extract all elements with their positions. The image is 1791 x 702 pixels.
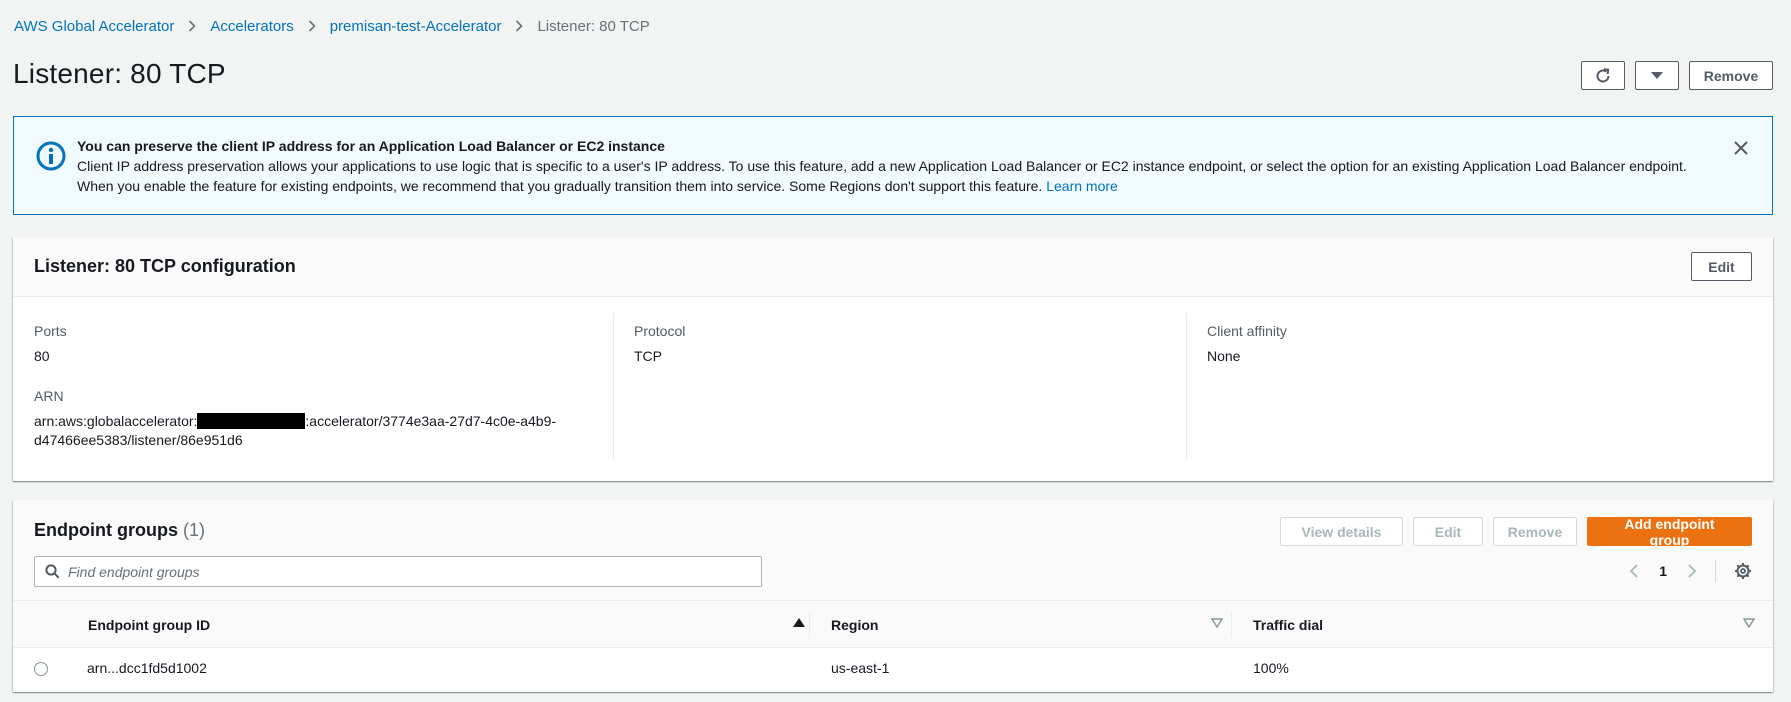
- arn-line-2: d47466ee5383/listener/86e951d6: [34, 432, 243, 448]
- arn-suffix: :accelerator/3774e3aa-27d7-4c0e-a4b9-: [305, 413, 557, 429]
- column-region[interactable]: Region: [831, 601, 1241, 648]
- refresh-button[interactable]: [1581, 61, 1625, 90]
- endpoint-groups-title: Endpoint groups (1): [34, 520, 205, 541]
- edit-endpoint-group-button[interactable]: Edit: [1413, 517, 1483, 546]
- flash-body: Client IP address preservation allows yo…: [77, 157, 1717, 196]
- column-endpoint-group-id[interactable]: Endpoint group ID: [88, 601, 823, 648]
- learn-more-link[interactable]: Learn more: [1046, 178, 1118, 194]
- endpoint-groups-actions: View details Edit Remove Add endpoint gr…: [1280, 516, 1752, 548]
- flash-title: You can preserve the client IP address f…: [77, 138, 665, 154]
- chevron-right-icon: [188, 20, 196, 32]
- breadcrumb: AWS Global Accelerator Accelerators prem…: [14, 16, 650, 36]
- config-column-2: Protocol TCP: [613, 313, 1173, 459]
- client-affinity-value: None: [1207, 348, 1241, 364]
- config-header: Listener: 80 TCP configuration Edit: [13, 237, 1773, 297]
- column-label-id: Endpoint group ID: [88, 616, 211, 633]
- view-details-button[interactable]: View details: [1280, 517, 1403, 546]
- column-label-region: Region: [831, 616, 879, 633]
- region-cell: us-east-1: [831, 660, 890, 676]
- pagination: 1: [1629, 560, 1752, 582]
- breadcrumb-global-accelerator[interactable]: AWS Global Accelerator: [14, 18, 174, 35]
- chevron-right-icon: [308, 20, 316, 32]
- info-icon: [36, 141, 66, 171]
- arn-prefix: arn:aws:globalaccelerator:: [34, 413, 198, 429]
- endpoint-groups-panel: Endpoint groups (1) View details Edit Re…: [13, 500, 1773, 692]
- config-column-1: Ports 80 ARN arn:aws:globalaccelerator::…: [34, 297, 594, 481]
- redacted-account-id: [197, 413, 306, 429]
- table-row[interactable]: arn...dcc1fd5d1002 us-east-1 100%: [13, 648, 1773, 690]
- endpoint-groups-count: (1): [183, 520, 205, 540]
- remove-endpoint-group-button[interactable]: Remove: [1493, 517, 1577, 546]
- table-header: Endpoint group ID Region Traffic dial: [13, 600, 1773, 648]
- flash-message: Client IP address preservation allows yo…: [77, 158, 1687, 194]
- traffic-dial-cell: 100%: [1253, 660, 1289, 676]
- add-endpoint-group-button[interactable]: Add endpoint group: [1587, 516, 1752, 548]
- ports-value: 80: [34, 348, 50, 364]
- endpoint-group-id-link[interactable]: arn...dcc1fd5d1002: [87, 660, 207, 676]
- sort-ascending-icon: [793, 618, 805, 627]
- sort-icon: [1743, 618, 1755, 628]
- listener-config-panel: Listener: 80 TCP configuration Edit Port…: [13, 237, 1773, 481]
- row-select-radio[interactable]: [34, 662, 48, 676]
- protocol-value: TCP: [634, 348, 662, 364]
- chevron-right-icon[interactable]: [1687, 564, 1697, 578]
- breadcrumb-accelerators[interactable]: Accelerators: [210, 18, 293, 35]
- edit-listener-button[interactable]: Edit: [1691, 252, 1752, 281]
- protocol-label: Protocol: [634, 323, 686, 339]
- endpoint-groups-title-text: Endpoint groups: [34, 520, 178, 540]
- refresh-icon: [1596, 67, 1610, 82]
- breadcrumb-current: Listener: 80 TCP: [537, 17, 650, 35]
- chevron-right-icon: [515, 20, 524, 32]
- endpoint-groups-search: [34, 556, 762, 587]
- endpoint-groups-header: Endpoint groups (1) View details Edit Re…: [13, 500, 1773, 600]
- search-icon: [45, 564, 60, 579]
- actions-dropdown-button[interactable]: [1635, 61, 1679, 90]
- close-icon[interactable]: [1732, 139, 1750, 157]
- page-number[interactable]: 1: [1659, 563, 1667, 579]
- chevron-left-icon[interactable]: [1629, 564, 1639, 578]
- arn-value: arn:aws:globalaccelerator: :accelerator/3…: [34, 412, 594, 450]
- column-traffic-dial[interactable]: Traffic dial: [1253, 601, 1773, 648]
- page-title: Listener: 80 TCP: [13, 58, 226, 89]
- config-column-3: Client affinity None: [1186, 313, 1746, 459]
- config-details: Ports 80 ARN arn:aws:globalaccelerator::…: [13, 297, 1773, 481]
- arn-label: ARN: [34, 388, 64, 404]
- info-flashbar: You can preserve the client IP address f…: [13, 116, 1773, 215]
- breadcrumb-accelerator[interactable]: premisan-test-Accelerator: [330, 18, 502, 35]
- gear-icon[interactable]: [1734, 562, 1752, 580]
- remove-listener-button[interactable]: Remove: [1689, 61, 1773, 90]
- title-actions: Remove: [1581, 61, 1773, 90]
- column-label-traffic: Traffic dial: [1253, 616, 1324, 633]
- ports-label: Ports: [34, 323, 67, 339]
- sort-icon: [1211, 618, 1223, 628]
- search-input[interactable]: [68, 563, 748, 580]
- config-title: Listener: 80 TCP configuration: [34, 256, 296, 276]
- caret-down-icon: [1651, 71, 1663, 79]
- client-affinity-label: Client affinity: [1207, 323, 1287, 339]
